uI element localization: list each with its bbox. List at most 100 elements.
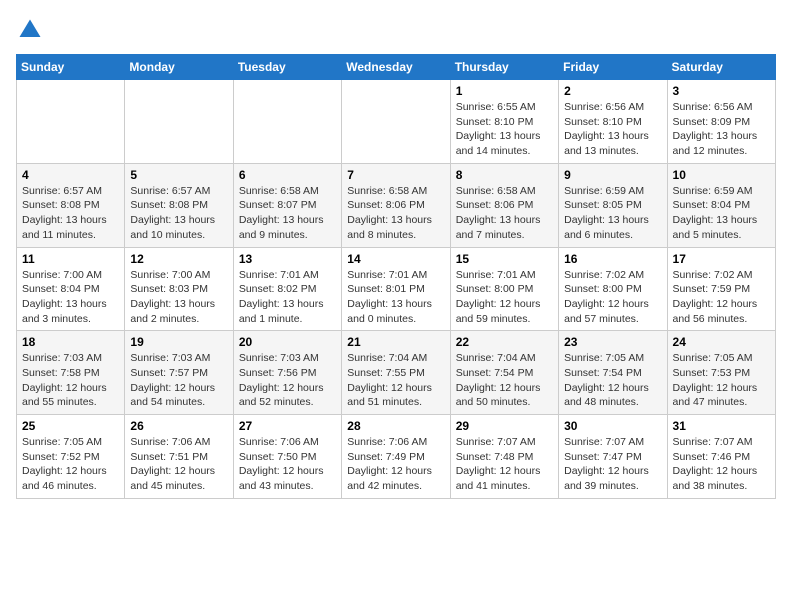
day-info: Sunrise: 7:06 AMSunset: 7:50 PMDaylight:…	[239, 435, 336, 494]
calendar-week-1: 1Sunrise: 6:55 AMSunset: 8:10 PMDaylight…	[17, 80, 776, 164]
day-number: 30	[564, 419, 661, 433]
day-number: 7	[347, 168, 444, 182]
weekday-header-wednesday: Wednesday	[342, 55, 450, 80]
calendar-cell	[125, 80, 233, 164]
calendar-cell: 19 Sunrise: 7:03 AMSunset: 7:57 PMDayligh…	[125, 331, 233, 415]
calendar-cell: 18 Sunrise: 7:03 AMSunset: 7:58 PMDayligh…	[17, 331, 125, 415]
day-info: Sunrise: 6:58 AMSunset: 8:06 PMDaylight:…	[347, 184, 444, 243]
calendar-week-5: 25 Sunrise: 7:05 AMSunset: 7:52 PMDayligh…	[17, 415, 776, 499]
day-number: 5	[130, 168, 227, 182]
calendar-cell: 4 Sunrise: 6:57 AMSunset: 8:08 PMDaylight…	[17, 163, 125, 247]
calendar-cell: 20Sunrise: 7:03 AMSunset: 7:56 PMDayligh…	[233, 331, 341, 415]
day-info: Sunrise: 7:01 AMSunset: 8:00 PMDaylight:…	[456, 268, 553, 327]
day-number: 22	[456, 335, 553, 349]
day-number: 24	[673, 335, 770, 349]
calendar-cell: 27 Sunrise: 7:06 AMSunset: 7:50 PMDayligh…	[233, 415, 341, 499]
calendar-cell: 17 Sunrise: 7:02 AMSunset: 7:59 PMDayligh…	[667, 247, 775, 331]
day-info: Sunrise: 6:56 AMSunset: 8:09 PMDaylight:…	[673, 100, 770, 159]
day-number: 17	[673, 252, 770, 266]
calendar-cell: 10 Sunrise: 6:59 AMSunset: 8:04 PMDayligh…	[667, 163, 775, 247]
calendar-week-2: 4 Sunrise: 6:57 AMSunset: 8:08 PMDaylight…	[17, 163, 776, 247]
calendar-cell: 7 Sunrise: 6:58 AMSunset: 8:06 PMDaylight…	[342, 163, 450, 247]
day-info: Sunrise: 7:00 AMSunset: 8:04 PMDaylight:…	[22, 268, 119, 327]
day-info: Sunrise: 7:07 AMSunset: 7:47 PMDaylight:…	[564, 435, 661, 494]
calendar-cell	[17, 80, 125, 164]
day-info: Sunrise: 7:02 AMSunset: 7:59 PMDaylight:…	[673, 268, 770, 327]
day-number: 27	[239, 419, 336, 433]
weekday-header-saturday: Saturday	[667, 55, 775, 80]
day-number: 12	[130, 252, 227, 266]
weekday-header-thursday: Thursday	[450, 55, 558, 80]
day-info: Sunrise: 7:07 AMSunset: 7:48 PMDaylight:…	[456, 435, 553, 494]
day-number: 4	[22, 168, 119, 182]
day-number: 1	[456, 84, 553, 98]
day-number: 31	[673, 419, 770, 433]
calendar-cell: 21 Sunrise: 7:04 AMSunset: 7:55 PMDayligh…	[342, 331, 450, 415]
day-number: 26	[130, 419, 227, 433]
day-number: 25	[22, 419, 119, 433]
calendar-cell: 14 Sunrise: 7:01 AMSunset: 8:01 PMDayligh…	[342, 247, 450, 331]
day-number: 10	[673, 168, 770, 182]
calendar-cell: 1Sunrise: 6:55 AMSunset: 8:10 PMDaylight…	[450, 80, 558, 164]
calendar-cell: 8Sunrise: 6:58 AMSunset: 8:06 PMDaylight…	[450, 163, 558, 247]
day-number: 16	[564, 252, 661, 266]
day-number: 28	[347, 419, 444, 433]
day-info: Sunrise: 7:03 AMSunset: 7:58 PMDaylight:…	[22, 351, 119, 410]
weekday-header-row: SundayMondayTuesdayWednesdayThursdayFrid…	[17, 55, 776, 80]
day-number: 6	[239, 168, 336, 182]
calendar-cell: 16 Sunrise: 7:02 AMSunset: 8:00 PMDayligh…	[559, 247, 667, 331]
day-info: Sunrise: 6:59 AMSunset: 8:04 PMDaylight:…	[673, 184, 770, 243]
day-number: 19	[130, 335, 227, 349]
day-info: Sunrise: 6:56 AMSunset: 8:10 PMDaylight:…	[564, 100, 661, 159]
day-info: Sunrise: 7:04 AMSunset: 7:54 PMDaylight:…	[456, 351, 553, 410]
day-info: Sunrise: 7:05 AMSunset: 7:53 PMDaylight:…	[673, 351, 770, 410]
day-number: 18	[22, 335, 119, 349]
day-number: 13	[239, 252, 336, 266]
weekday-header-friday: Friday	[559, 55, 667, 80]
calendar-cell: 6Sunrise: 6:58 AMSunset: 8:07 PMDaylight…	[233, 163, 341, 247]
calendar-cell: 2Sunrise: 6:56 AMSunset: 8:10 PMDaylight…	[559, 80, 667, 164]
day-info: Sunrise: 7:00 AMSunset: 8:03 PMDaylight:…	[130, 268, 227, 327]
calendar-cell: 5 Sunrise: 6:57 AMSunset: 8:08 PMDaylight…	[125, 163, 233, 247]
day-number: 29	[456, 419, 553, 433]
page-header	[16, 16, 776, 44]
weekday-header-tuesday: Tuesday	[233, 55, 341, 80]
logo	[16, 16, 48, 44]
calendar-table: SundayMondayTuesdayWednesdayThursdayFrid…	[16, 54, 776, 499]
calendar-cell: 25 Sunrise: 7:05 AMSunset: 7:52 PMDayligh…	[17, 415, 125, 499]
calendar-week-3: 11 Sunrise: 7:00 AMSunset: 8:04 PMDayligh…	[17, 247, 776, 331]
day-info: Sunrise: 7:03 AMSunset: 7:57 PMDaylight:…	[130, 351, 227, 410]
day-info: Sunrise: 7:01 AMSunset: 8:01 PMDaylight:…	[347, 268, 444, 327]
day-info: Sunrise: 7:06 AMSunset: 7:51 PMDaylight:…	[130, 435, 227, 494]
calendar-cell: 30 Sunrise: 7:07 AMSunset: 7:47 PMDayligh…	[559, 415, 667, 499]
day-number: 21	[347, 335, 444, 349]
calendar-cell: 9Sunrise: 6:59 AMSunset: 8:05 PMDaylight…	[559, 163, 667, 247]
logo-icon	[16, 16, 44, 44]
calendar-cell: 3 Sunrise: 6:56 AMSunset: 8:09 PMDaylight…	[667, 80, 775, 164]
day-number: 8	[456, 168, 553, 182]
calendar-cell: 24 Sunrise: 7:05 AMSunset: 7:53 PMDayligh…	[667, 331, 775, 415]
calendar-cell: 28 Sunrise: 7:06 AMSunset: 7:49 PMDayligh…	[342, 415, 450, 499]
calendar-cell: 29 Sunrise: 7:07 AMSunset: 7:48 PMDayligh…	[450, 415, 558, 499]
day-info: Sunrise: 7:06 AMSunset: 7:49 PMDaylight:…	[347, 435, 444, 494]
day-number: 20	[239, 335, 336, 349]
calendar-cell: 13Sunrise: 7:01 AMSunset: 8:02 PMDayligh…	[233, 247, 341, 331]
day-number: 3	[673, 84, 770, 98]
day-info: Sunrise: 6:57 AMSunset: 8:08 PMDaylight:…	[130, 184, 227, 243]
day-info: Sunrise: 6:59 AMSunset: 8:05 PMDaylight:…	[564, 184, 661, 243]
calendar-cell: 22 Sunrise: 7:04 AMSunset: 7:54 PMDayligh…	[450, 331, 558, 415]
day-info: Sunrise: 7:05 AMSunset: 7:52 PMDaylight:…	[22, 435, 119, 494]
day-info: Sunrise: 7:04 AMSunset: 7:55 PMDaylight:…	[347, 351, 444, 410]
day-number: 11	[22, 252, 119, 266]
day-number: 14	[347, 252, 444, 266]
day-info: Sunrise: 6:57 AMSunset: 8:08 PMDaylight:…	[22, 184, 119, 243]
day-info: Sunrise: 7:02 AMSunset: 8:00 PMDaylight:…	[564, 268, 661, 327]
day-info: Sunrise: 7:05 AMSunset: 7:54 PMDaylight:…	[564, 351, 661, 410]
calendar-week-4: 18 Sunrise: 7:03 AMSunset: 7:58 PMDayligh…	[17, 331, 776, 415]
calendar-cell	[342, 80, 450, 164]
weekday-header-sunday: Sunday	[17, 55, 125, 80]
calendar-cell	[233, 80, 341, 164]
weekday-header-monday: Monday	[125, 55, 233, 80]
calendar-cell: 15Sunrise: 7:01 AMSunset: 8:00 PMDayligh…	[450, 247, 558, 331]
calendar-cell: 26 Sunrise: 7:06 AMSunset: 7:51 PMDayligh…	[125, 415, 233, 499]
